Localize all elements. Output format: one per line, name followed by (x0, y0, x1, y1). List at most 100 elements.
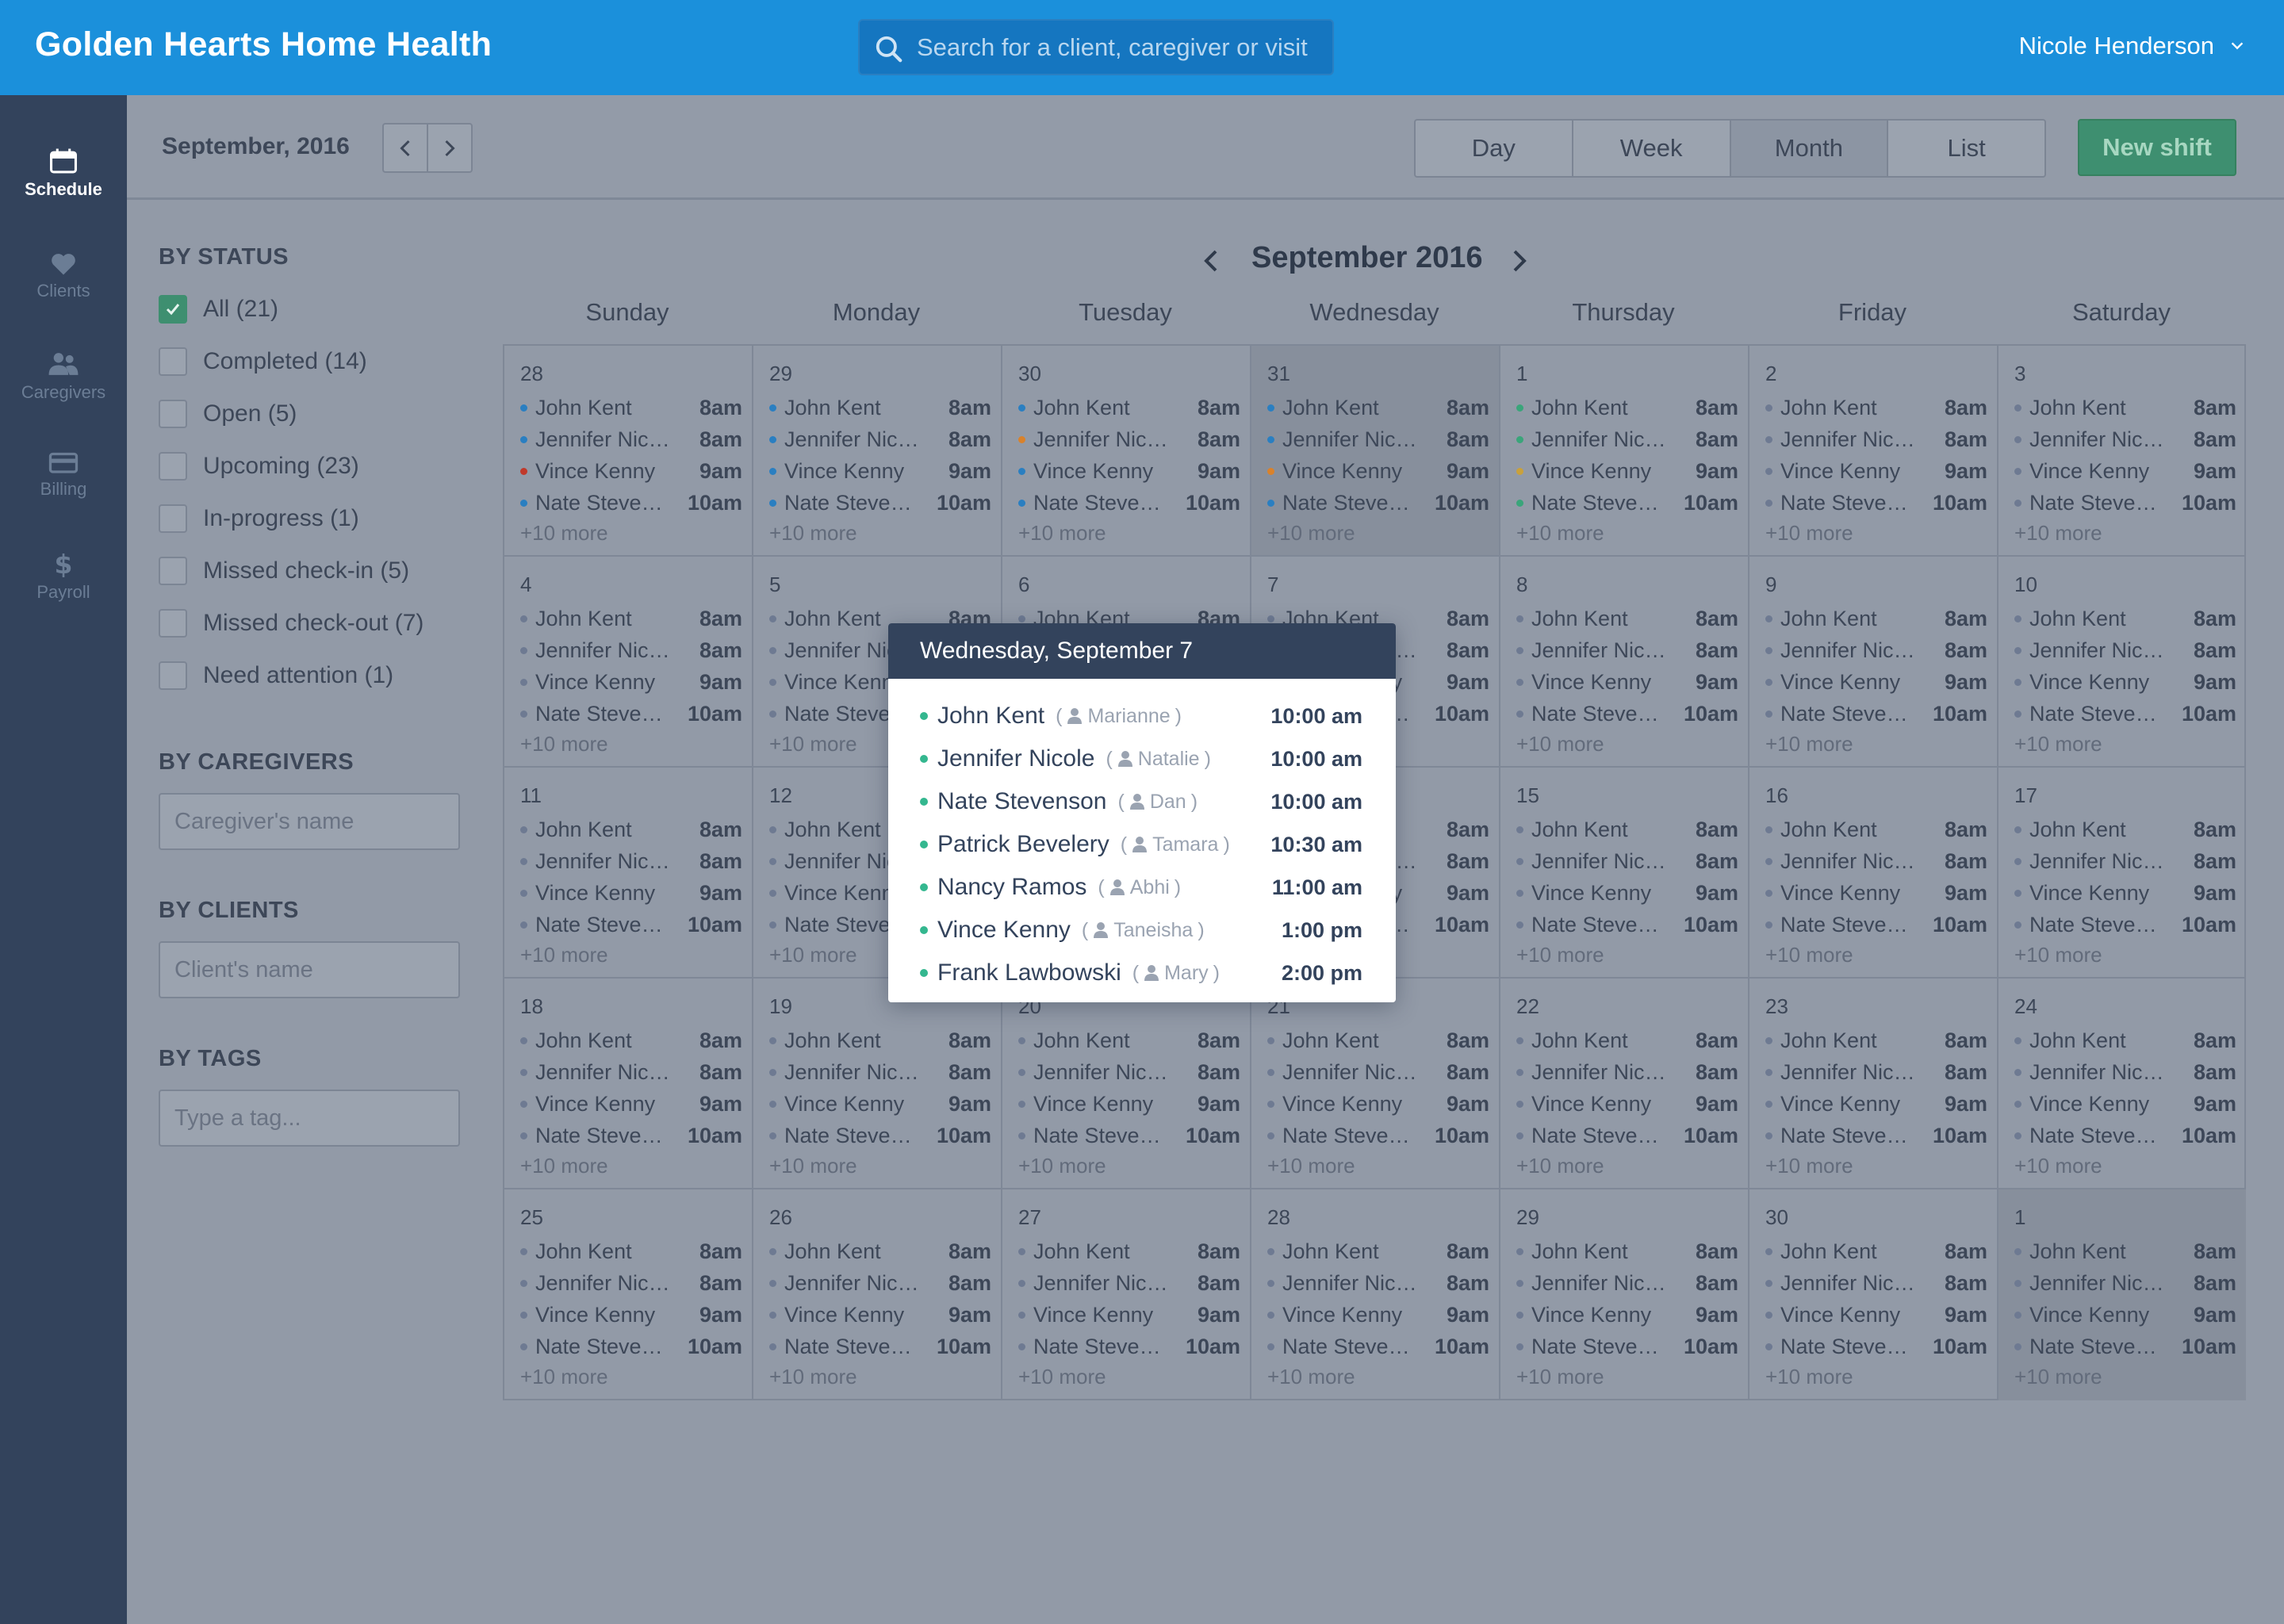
calendar-day-cell[interactable]: 4 John Kent 8am Jennifer Nicole 8am Vince Ken… (504, 557, 753, 768)
visit-entry[interactable]: John Kent 8am (1516, 814, 1738, 845)
visit-entry[interactable]: Nate Stevenson 10am (1516, 1120, 1738, 1151)
view-day-button[interactable]: Day (1416, 121, 1573, 176)
calendar-day-cell[interactable]: 10 John Kent 8am Jennifer Nicole 8am Vince Ke… (1998, 557, 2246, 768)
visit-entry[interactable]: Nate Stevenson 10am (2014, 1120, 2236, 1151)
visit-entry[interactable]: Jennifer Nicole 8am (1018, 423, 1240, 455)
popover-visit-row[interactable]: Jennifer Nicole (Natalie) 10:00 am (888, 737, 1396, 780)
new-shift-button[interactable]: New shift (2078, 119, 2236, 176)
calendar-day-cell[interactable]: 26 John Kent 8am Jennifer Nicole 8am Vince Ke… (753, 1189, 1002, 1400)
visit-entry[interactable]: John Kent 8am (1267, 1025, 1489, 1056)
visit-entry[interactable]: Vince Kenny 9am (1765, 1088, 1987, 1120)
checkbox[interactable] (159, 557, 187, 585)
visit-entry[interactable]: Vince Kenny 9am (520, 455, 742, 487)
calendar-day-cell[interactable]: 8 John Kent 8am Jennifer Nicole 8am Vince Ken… (1500, 557, 1749, 768)
visit-entry[interactable]: Nate Stevenson 10am (1765, 1331, 1987, 1362)
visit-entry[interactable]: Jennifer Nicole 8am (1765, 634, 1987, 666)
calendar-day-cell[interactable]: 20 John Kent 8am Jennifer Nicole 8am Vince Ke… (1002, 979, 1251, 1189)
visit-entry[interactable]: John Kent 8am (769, 392, 991, 423)
calendar-day-cell[interactable]: 3 John Kent 8am Jennifer Nicole 8am Vince Ken… (1998, 346, 2246, 557)
status-filter-option[interactable]: Need attention (1) (159, 649, 476, 702)
visit-entry[interactable]: John Kent 8am (1516, 603, 1738, 634)
visit-entry[interactable]: Nate Stevenson 10am (1018, 1331, 1240, 1362)
more-visits-link[interactable]: +10 more (1267, 1362, 1499, 1391)
visit-entry[interactable]: John Kent 8am (1765, 603, 1987, 634)
checkbox[interactable] (159, 347, 187, 376)
calendar-day-cell[interactable]: 23 John Kent 8am Jennifer Nicole 8am Vince Ke… (1749, 979, 1998, 1189)
more-visits-link[interactable]: +10 more (1018, 519, 1250, 547)
more-visits-link[interactable]: +10 more (1765, 1151, 1997, 1180)
visit-entry[interactable]: Nate Stevenson 10am (1267, 1331, 1489, 1362)
client-name-input[interactable] (159, 941, 460, 998)
more-visits-link[interactable]: +10 more (520, 519, 752, 547)
visit-entry[interactable]: Nate Stevenson 10am (769, 487, 991, 519)
checkbox[interactable] (159, 609, 187, 638)
visit-entry[interactable]: Vince Kenny 9am (1516, 666, 1738, 698)
visit-entry[interactable]: Jennifer Nicole 8am (1018, 1056, 1240, 1088)
visit-entry[interactable]: Vince Kenny 9am (1516, 1088, 1738, 1120)
visit-entry[interactable]: John Kent 8am (520, 603, 742, 634)
visit-entry[interactable]: Jennifer Nicole 8am (769, 1267, 991, 1299)
day-popover[interactable]: Wednesday, September 7 John Kent (Mariann… (888, 623, 1396, 1002)
calendar-day-cell[interactable]: 1 John Kent 8am Jennifer Nicole 8am Vince Ken… (1500, 346, 1749, 557)
more-visits-link[interactable]: +10 more (520, 730, 752, 758)
visit-entry[interactable]: Vince Kenny 9am (1765, 877, 1987, 909)
previous-month-button[interactable] (384, 124, 428, 171)
visit-entry[interactable]: Jennifer Nicole 8am (520, 1056, 742, 1088)
more-visits-link[interactable]: +10 more (769, 1151, 1001, 1180)
visit-entry[interactable]: John Kent 8am (1018, 1025, 1240, 1056)
visit-entry[interactable]: Jennifer Nicole 8am (2014, 423, 2236, 455)
visit-entry[interactable]: Vince Kenny 9am (1018, 1299, 1240, 1331)
visit-entry[interactable]: Jennifer Nicole 8am (2014, 1267, 2236, 1299)
visit-entry[interactable]: John Kent 8am (520, 392, 742, 423)
visit-entry[interactable]: John Kent 8am (769, 1235, 991, 1267)
calendar-next-button[interactable] (1509, 248, 1530, 278)
calendar-day-cell[interactable]: 1 John Kent 8am Jennifer Nicole 8am Vince Ken… (1998, 1189, 2246, 1400)
visit-entry[interactable]: John Kent 8am (1018, 1235, 1240, 1267)
calendar-day-cell[interactable]: 11 John Kent 8am Jennifer Nicole 8am Vince Ke… (504, 768, 753, 979)
visit-entry[interactable]: Vince Kenny 9am (520, 666, 742, 698)
more-visits-link[interactable]: +10 more (520, 940, 752, 969)
visit-entry[interactable]: Nate Stevenson 10am (1018, 1120, 1240, 1151)
nav-item-clients[interactable]: Clients (0, 251, 127, 338)
visit-entry[interactable]: Jennifer Nicole 8am (1765, 423, 1987, 455)
visit-entry[interactable]: Nate Stevenson 10am (1516, 1331, 1738, 1362)
visit-entry[interactable]: Nate Stevenson 10am (2014, 487, 2236, 519)
visit-entry[interactable]: Nate Stevenson 10am (520, 909, 742, 940)
more-visits-link[interactable]: +10 more (769, 1362, 1001, 1391)
visit-entry[interactable]: Jennifer Nicole 8am (1267, 1267, 1489, 1299)
visit-entry[interactable]: Nate Stevenson 10am (769, 1331, 991, 1362)
visit-entry[interactable]: Jennifer Nicole 8am (520, 634, 742, 666)
calendar-day-cell[interactable]: 29 John Kent 8am Jennifer Nicole 8am Vince Ke… (753, 346, 1002, 557)
visit-entry[interactable]: John Kent 8am (1765, 1025, 1987, 1056)
visit-entry[interactable]: John Kent 8am (2014, 603, 2236, 634)
visit-entry[interactable]: Nate Stevenson 10am (520, 487, 742, 519)
popover-visit-row[interactable]: Nate Stevenson (Dan) 10:00 am (888, 780, 1396, 823)
status-filter-option[interactable]: Missed check-in (5) (159, 545, 476, 597)
caregiver-name-input[interactable] (159, 793, 460, 850)
checkbox[interactable] (159, 400, 187, 428)
visit-entry[interactable]: Vince Kenny 9am (1267, 1088, 1489, 1120)
calendar-day-cell[interactable]: 30 John Kent 8am Jennifer Nicole 8am Vince Ke… (1002, 346, 1251, 557)
status-filter-option[interactable]: Open (5) (159, 388, 476, 440)
visit-entry[interactable]: Nate Stevenson 10am (1516, 909, 1738, 940)
visit-entry[interactable]: Nate Stevenson 10am (520, 698, 742, 730)
visit-entry[interactable]: Nate Stevenson 10am (1765, 698, 1987, 730)
visit-entry[interactable]: Jennifer Nicole 8am (769, 423, 991, 455)
popover-visit-row[interactable]: Patrick Bevelery (Tamara) 10:30 am (888, 823, 1396, 866)
visit-entry[interactable]: Jennifer Nicole 8am (1765, 845, 1987, 877)
visit-entry[interactable]: John Kent 8am (520, 814, 742, 845)
calendar-day-cell[interactable]: 29 John Kent 8am Jennifer Nicole 8am Vince Ke… (1500, 1189, 1749, 1400)
visit-entry[interactable]: Nate Stevenson 10am (1765, 1120, 1987, 1151)
calendar-day-cell[interactable]: 21 John Kent 8am Jennifer Nicole 8am Vince Ke… (1251, 979, 1500, 1189)
visit-entry[interactable]: John Kent 8am (2014, 1235, 2236, 1267)
more-visits-link[interactable]: +10 more (2014, 730, 2246, 758)
visit-entry[interactable]: John Kent 8am (1765, 1235, 1987, 1267)
nav-item-payroll[interactable]: $ Payroll (0, 550, 127, 638)
visit-entry[interactable]: Nate Stevenson 10am (520, 1120, 742, 1151)
visit-entry[interactable]: Vince Kenny 9am (2014, 1299, 2236, 1331)
checkbox[interactable] (159, 452, 187, 481)
calendar-day-cell[interactable]: 16 John Kent 8am Jennifer Nicole 8am Vince Ke… (1749, 768, 1998, 979)
visit-entry[interactable]: John Kent 8am (1018, 392, 1240, 423)
more-visits-link[interactable]: +10 more (2014, 1362, 2246, 1391)
popover-visit-row[interactable]: Nancy Ramos (Abhi) 11:00 am (888, 866, 1396, 909)
